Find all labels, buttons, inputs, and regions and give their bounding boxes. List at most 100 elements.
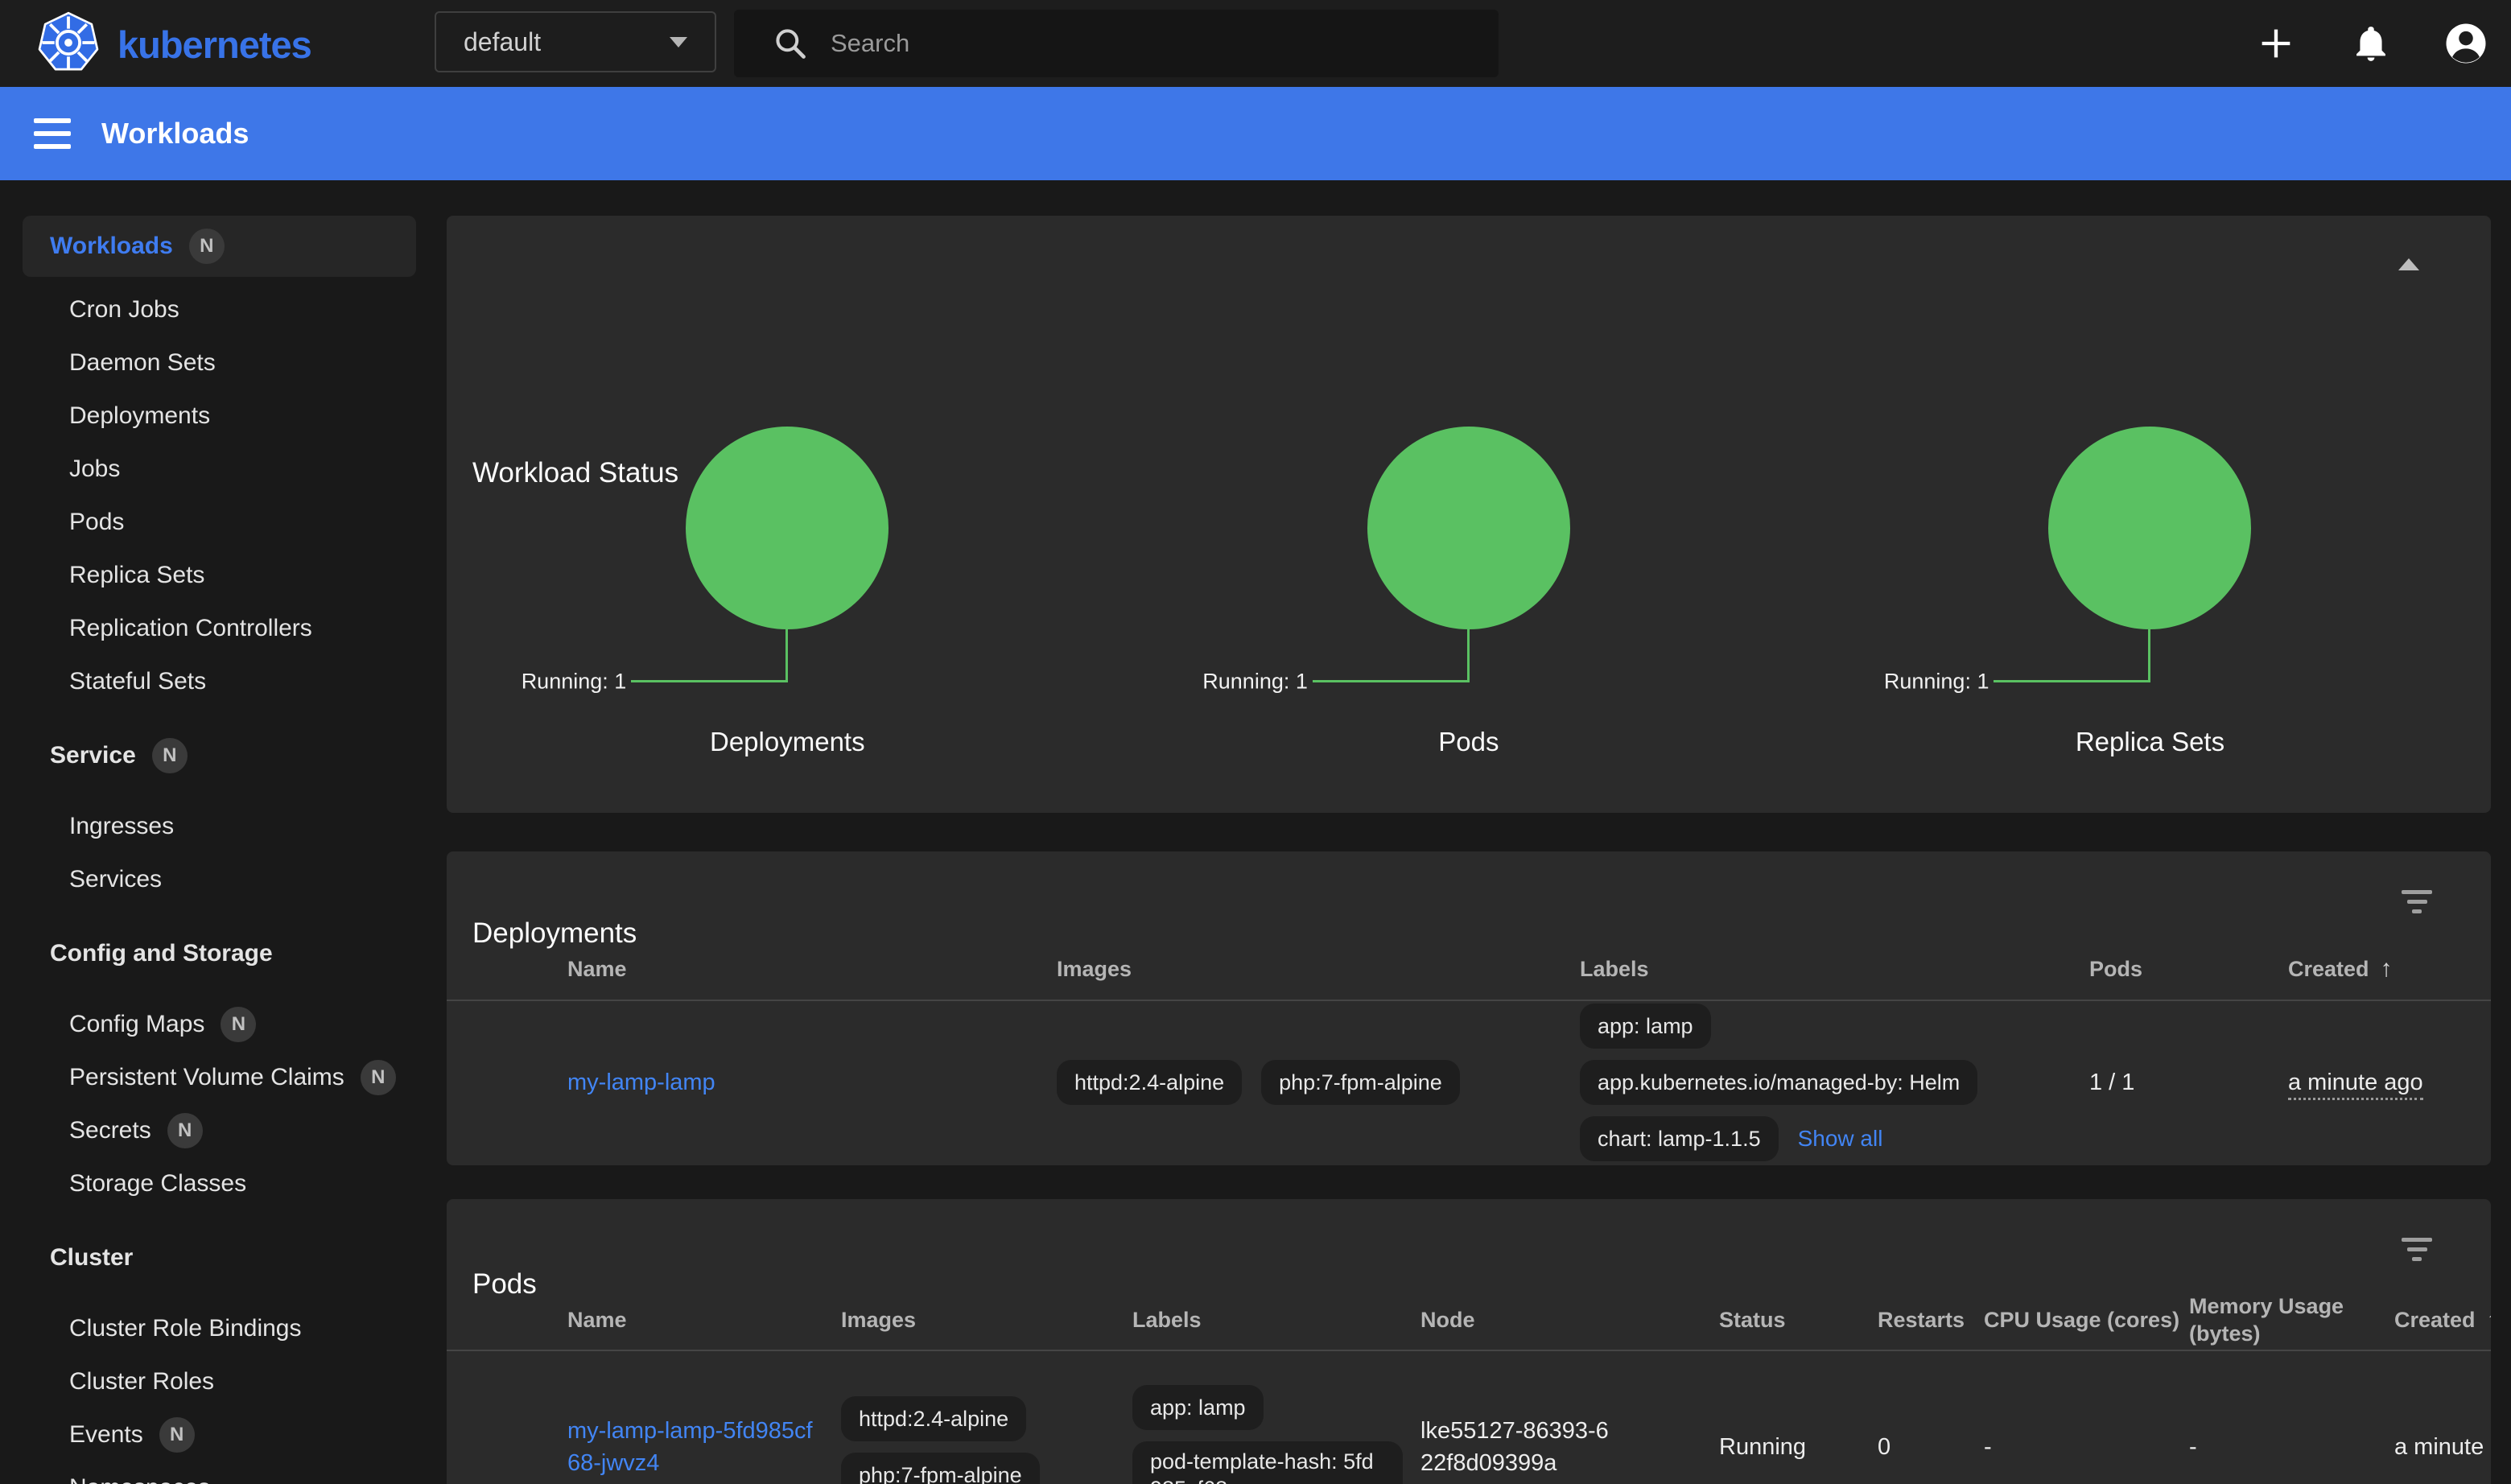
pod-status: Running [1719,1434,1878,1461]
sidebar-item-service[interactable]: Service N [0,729,439,782]
new-badge: N [361,1060,396,1095]
sidebar-item-replication-controllers[interactable]: Replication Controllers [0,602,439,655]
pie-slice-running [2048,427,2251,629]
filter-icon[interactable] [2394,1226,2439,1272]
kubernetes-logo-icon [37,11,100,78]
pods-card: Pods Name Images Labels Node Status Rest… [447,1199,2491,1484]
image-chip: php:7-fpm-alpine [841,1453,1040,1484]
account-icon [2443,20,2488,67]
sidebar-item-cluster-role-bindings[interactable]: Cluster Role Bindings [0,1302,439,1355]
sort-ascending-icon: ↑ [2487,1306,2491,1334]
col-status[interactable]: Status [1719,1306,1878,1334]
col-cpu[interactable]: CPU Usage (cores) [1984,1306,2189,1334]
deployments-table-header: Name Images Labels Pods Created ↑ [447,945,2491,993]
plus-icon [2255,23,2297,64]
sidebar-item-workloads[interactable]: Workloads N [23,216,416,277]
namespace-select[interactable]: default [435,11,716,72]
col-name[interactable]: Name [567,1306,841,1334]
col-memory[interactable]: Memory Usage (bytes) [2189,1292,2394,1347]
col-restarts[interactable]: Restarts [1878,1306,1984,1334]
deployment-row: my-lamp-lamp httpd:2.4-alpine php:7-fpm-… [447,1001,2491,1164]
sidebar-item-deployments[interactable]: Deployments [0,390,439,443]
pod-cpu: - [1984,1434,2189,1461]
deployment-name-link[interactable]: my-lamp-lamp [567,1070,715,1095]
created-ago: a minute ago [2288,1070,2423,1100]
sidebar-item-services[interactable]: Services [0,853,439,906]
notifications-button[interactable] [2348,21,2393,66]
show-all-link[interactable]: Show all [1798,1126,1883,1152]
chevron-down-icon [670,37,687,47]
col-pods[interactable]: Pods [2089,957,2288,982]
pie-chart-replica-sets: Running: 1 Replica Sets [1809,216,2491,813]
col-node[interactable]: Node [1420,1306,1719,1334]
label-chip: app: lamp [1580,1004,1711,1049]
col-created[interactable]: Created ↑ [2288,955,2491,983]
top-header: kubernetes default [0,0,2511,87]
pie-chart-deployments: Running: 1 Deployments [447,216,1128,813]
namespace-value: default [464,27,670,57]
node-name: lke55127-86393-622f8d09399a [1420,1415,1618,1479]
sidebar-item-events[interactable]: Events N [0,1408,439,1461]
pie-slice-running [686,427,889,629]
pod-name-link[interactable]: my-lamp-lamp-5fd985cf68-jwvz4 [567,1418,813,1476]
create-button[interactable] [2253,21,2299,66]
col-labels[interactable]: Labels [1132,1306,1420,1334]
label-chip: chart: lamp-1.1.5 [1580,1116,1779,1161]
image-chip: php:7-fpm-alpine [1261,1060,1460,1105]
sidebar-item-persistent-volume-claims[interactable]: Persistent Volume Claims N [0,1051,439,1104]
sidebar-item-pods[interactable]: Pods [0,496,439,549]
sidebar: Workloads N Cron Jobs Daemon Sets Deploy… [0,180,439,1484]
sidebar-item-storage-classes[interactable]: Storage Classes [0,1157,439,1210]
sidebar-item-config-maps[interactable]: Config Maps N [0,998,439,1051]
pie-label: Running: 1 [1202,670,1308,695]
filter-icon[interactable] [2394,879,2439,924]
search-icon [773,26,808,61]
created-ago: a minute ago [2394,1434,2491,1461]
deployments-card: Deployments Name Images Labels Pods Crea… [447,851,2491,1165]
col-created[interactable]: Created ↑ [2394,1306,2491,1334]
label-chip: app: lamp [1132,1385,1264,1430]
new-badge: N [159,1417,195,1453]
account-button[interactable] [2443,21,2488,66]
label-chip: pod-template-hash: 5fd985cf68 [1132,1441,1403,1484]
search-bar[interactable] [734,10,1499,77]
pod-row: my-lamp-lamp-5fd985cf68-jwvz4 httpd:2.4-… [447,1350,2491,1484]
pod-memory: - [2189,1434,2394,1461]
pie-label: Running: 1 [522,670,627,695]
app-bar: Workloads [0,87,2511,180]
page-title: Workloads [101,117,249,150]
sidebar-item-jobs[interactable]: Jobs [0,443,439,496]
new-badge: N [152,738,188,773]
sidebar-item-cron-jobs[interactable]: Cron Jobs [0,283,439,336]
sidebar-section-config-and-storage[interactable]: Config and Storage [0,927,439,980]
col-images[interactable]: Images [1057,957,1580,982]
chart-name: Pods [1128,727,1810,757]
brand[interactable]: kubernetes [37,11,311,78]
sidebar-item-namespaces[interactable]: Namespaces [0,1461,439,1484]
image-chip: httpd:2.4-alpine [1057,1060,1242,1105]
new-badge: N [167,1113,203,1148]
pod-restarts: 0 [1878,1434,1984,1461]
col-labels[interactable]: Labels [1580,957,2089,982]
label-chip: app.kubernetes.io/managed-by: Helm [1580,1060,1977,1105]
new-badge: N [189,229,225,264]
pie-label: Running: 1 [1884,670,1989,695]
pie-chart-pods: Running: 1 Pods [1128,216,1810,813]
sidebar-section-cluster[interactable]: Cluster [0,1231,439,1284]
sidebar-item-cluster-roles[interactable]: Cluster Roles [0,1355,439,1408]
col-name[interactable]: Name [567,957,1057,982]
sidebar-item-daemon-sets[interactable]: Daemon Sets [0,336,439,390]
search-input[interactable] [831,29,1474,58]
new-badge: N [221,1007,256,1042]
col-images[interactable]: Images [841,1306,1132,1334]
chart-name: Replica Sets [1809,727,2491,757]
menu-icon[interactable] [34,109,84,159]
image-chip: httpd:2.4-alpine [841,1396,1026,1441]
bell-icon [2351,23,2391,64]
sidebar-item-replica-sets[interactable]: Replica Sets [0,549,439,602]
sidebar-item-ingresses[interactable]: Ingresses [0,800,439,853]
sidebar-item-secrets[interactable]: Secrets N [0,1104,439,1157]
brand-title: kubernetes [118,23,311,67]
sort-ascending-icon: ↑ [2381,955,2393,983]
sidebar-item-stateful-sets[interactable]: Stateful Sets [0,655,439,708]
